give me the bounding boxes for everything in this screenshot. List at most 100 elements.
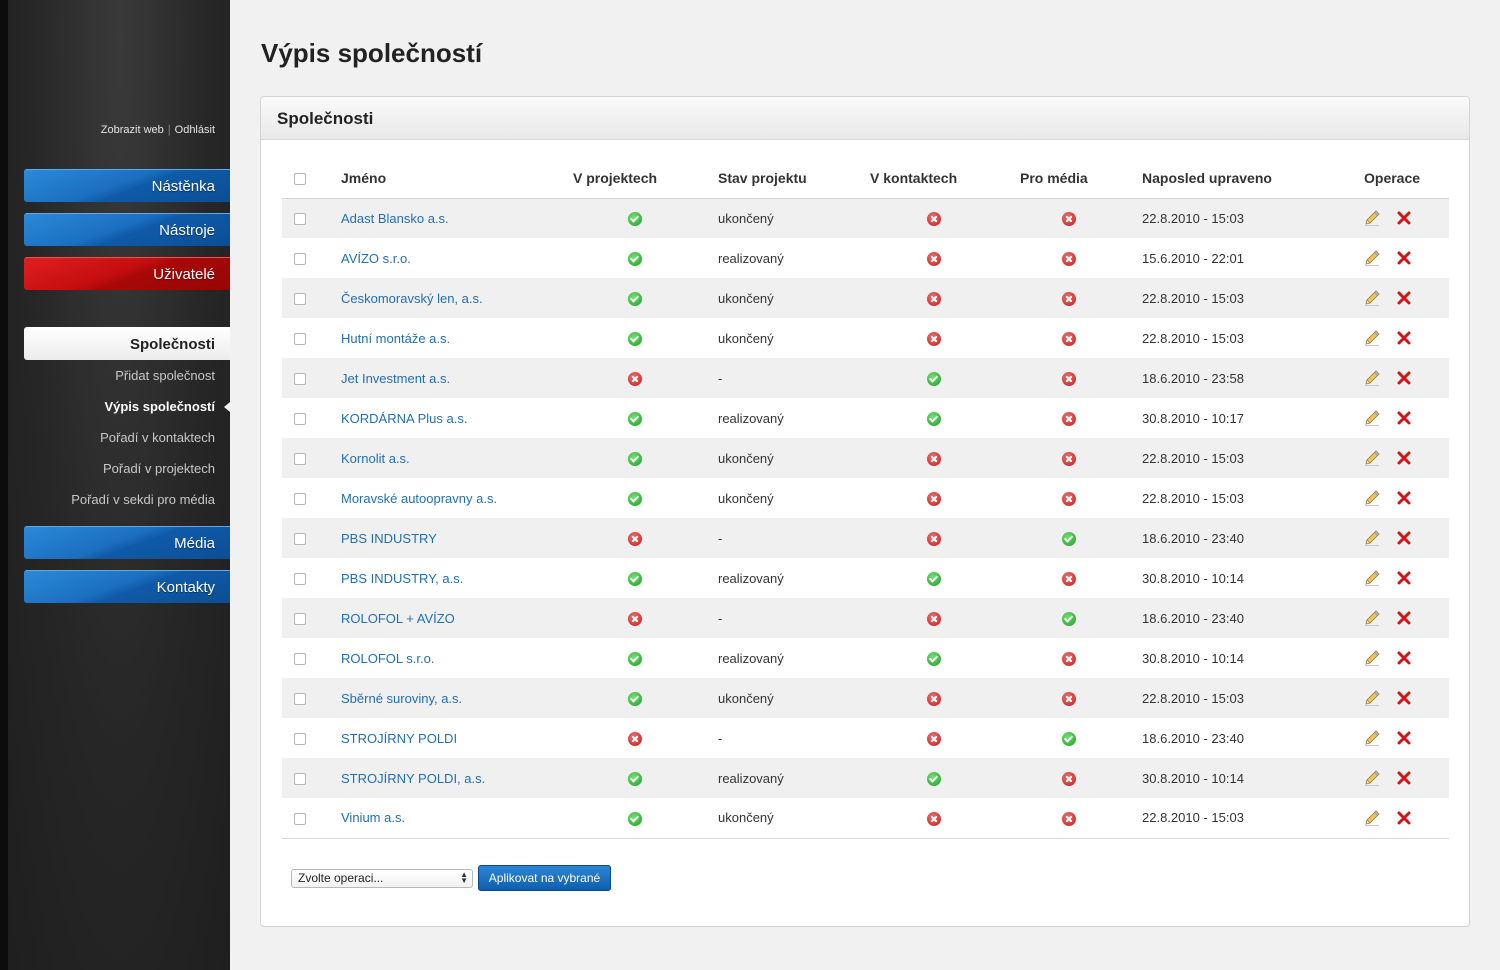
delete-x-icon[interactable]: [1397, 611, 1411, 625]
pencil-icon[interactable]: [1363, 769, 1381, 787]
pencil-icon[interactable]: [1363, 529, 1381, 547]
pencil-icon[interactable]: [1363, 809, 1381, 827]
company-name-link[interactable]: Jet Investment a.s.: [341, 371, 450, 386]
company-name-link[interactable]: Hutní montáže a.s.: [341, 331, 450, 346]
cross-circle-icon: [1062, 331, 1076, 346]
delete-x-icon[interactable]: [1397, 371, 1411, 385]
delete-x-icon[interactable]: [1397, 531, 1411, 545]
pencil-icon[interactable]: [1363, 609, 1381, 627]
company-name-link[interactable]: ROLOFOL + AVÍZO: [341, 611, 455, 626]
row-checkbox[interactable]: [294, 573, 306, 586]
check-circle-icon: [628, 571, 642, 586]
nav-sub-company-list[interactable]: Výpis společností: [104, 399, 230, 414]
company-name-link[interactable]: Adast Blansko a.s.: [341, 211, 449, 226]
row-checkbox[interactable]: [294, 333, 306, 346]
pencil-icon[interactable]: [1363, 329, 1381, 347]
col-in-projects[interactable]: V projektech: [573, 158, 718, 199]
pencil-icon[interactable]: [1363, 649, 1381, 667]
nav-tools-button[interactable]: Nástroje: [24, 213, 230, 246]
row-checkbox[interactable]: [294, 693, 306, 706]
pencil-icon[interactable]: [1363, 369, 1381, 387]
in-contacts-cell: [870, 318, 1020, 358]
in-contacts-cell: [870, 678, 1020, 718]
company-name-link[interactable]: Sběrné suroviny, a.s.: [341, 691, 462, 706]
row-checkbox[interactable]: [294, 533, 306, 546]
col-in-contacts[interactable]: V kontaktech: [870, 158, 1020, 199]
company-name-link[interactable]: PBS INDUSTRY: [341, 531, 437, 546]
row-checkbox[interactable]: [294, 653, 306, 666]
delete-x-icon[interactable]: [1397, 731, 1411, 745]
company-name-link[interactable]: KORDÁRNA Plus a.s.: [341, 411, 467, 426]
row-checkbox[interactable]: [294, 773, 306, 786]
table-row: AVÍZO s.r.o. realizovaný 15.6.2010 - 22:…: [282, 238, 1449, 278]
row-checkbox[interactable]: [294, 293, 306, 306]
nav-sub-order-media[interactable]: Pořadí v sekdi pro média: [71, 492, 215, 507]
delete-x-icon[interactable]: [1397, 651, 1411, 665]
pencil-icon[interactable]: [1363, 409, 1381, 427]
pencil-icon[interactable]: [1363, 689, 1381, 707]
pencil-icon[interactable]: [1363, 449, 1381, 467]
company-name-link[interactable]: Kornolit a.s.: [341, 451, 410, 466]
apply-selected-button[interactable]: Aplikovat na vybrané: [478, 865, 611, 891]
operation-select[interactable]: Zvolte operaci... ▲ ▼: [291, 869, 473, 888]
for-media-cell: [1020, 758, 1142, 798]
col-last-modified[interactable]: Naposled upraveno: [1142, 158, 1353, 199]
delete-x-icon[interactable]: [1397, 251, 1411, 265]
view-web-link[interactable]: Zobrazit web: [101, 124, 164, 136]
company-name-cell: Kornolit a.s.: [341, 438, 573, 478]
nav-media-button[interactable]: Média: [24, 526, 230, 559]
in-contacts-cell: [870, 198, 1020, 238]
nav-sub-order-projects[interactable]: Pořadí v projektech: [103, 461, 215, 476]
pencil-icon[interactable]: [1363, 289, 1381, 307]
delete-x-icon[interactable]: [1397, 771, 1411, 785]
pencil-icon[interactable]: [1363, 249, 1381, 267]
delete-x-icon[interactable]: [1397, 211, 1411, 225]
company-name-link[interactable]: Českomoravský len, a.s.: [341, 291, 483, 306]
pencil-icon[interactable]: [1363, 489, 1381, 507]
col-for-media[interactable]: Pro média: [1020, 158, 1142, 199]
company-name-link[interactable]: ROLOFOL s.r.o.: [341, 651, 434, 666]
nav-companies-button[interactable]: Společnosti: [24, 327, 230, 360]
nav-dashboard-button[interactable]: Nástěnka: [24, 169, 230, 202]
delete-x-icon[interactable]: [1397, 411, 1411, 425]
row-checkbox[interactable]: [294, 493, 306, 506]
pencil-icon[interactable]: [1363, 209, 1381, 227]
logout-link[interactable]: Odhlásit: [175, 124, 215, 136]
company-name-link[interactable]: STROJÍRNY POLDI, a.s.: [341, 771, 485, 786]
nav-contacts-button[interactable]: Kontakty: [24, 570, 230, 603]
delete-x-icon[interactable]: [1397, 571, 1411, 585]
nav-sub-add-company[interactable]: Přidat společnost: [115, 368, 215, 383]
company-name-link[interactable]: AVÍZO s.r.o.: [341, 251, 411, 266]
company-name-link[interactable]: Moravské autoopravny a.s.: [341, 491, 497, 506]
pencil-icon[interactable]: [1363, 569, 1381, 587]
company-name-link[interactable]: Vinium a.s.: [341, 810, 405, 825]
nav-sub-order-contacts[interactable]: Pořadí v kontaktech: [100, 430, 215, 445]
company-name-link[interactable]: STROJÍRNY POLDI: [341, 731, 457, 746]
row-checkbox[interactable]: [294, 613, 306, 626]
company-name-link[interactable]: PBS INDUSTRY, a.s.: [341, 571, 463, 586]
col-project-state[interactable]: Stav projektu: [718, 158, 870, 199]
delete-x-icon[interactable]: [1397, 331, 1411, 345]
row-checkbox[interactable]: [294, 253, 306, 266]
delete-x-icon[interactable]: [1397, 811, 1411, 825]
cross-circle-icon: [1062, 411, 1076, 426]
table-row: STROJÍRNY POLDI - 18.6.2010 - 23:40: [282, 718, 1449, 758]
row-checkbox[interactable]: [294, 453, 306, 466]
row-checkbox[interactable]: [294, 733, 306, 746]
row-checkbox[interactable]: [294, 413, 306, 426]
row-checkbox[interactable]: [294, 213, 306, 226]
last-modified-cell: 18.6.2010 - 23:40: [1142, 730, 1244, 746]
delete-x-icon[interactable]: [1397, 691, 1411, 705]
nav-users-button[interactable]: Uživatelé: [24, 257, 230, 290]
delete-x-icon[interactable]: [1397, 451, 1411, 465]
company-name-cell: Sběrné suroviny, a.s.: [341, 678, 573, 718]
row-checkbox[interactable]: [294, 373, 306, 386]
check-circle-icon: [1062, 531, 1076, 546]
col-name[interactable]: Jméno: [341, 158, 573, 199]
delete-x-icon[interactable]: [1397, 291, 1411, 305]
for-media-cell: [1020, 198, 1142, 238]
select-all-checkbox[interactable]: [294, 173, 306, 186]
pencil-icon[interactable]: [1363, 729, 1381, 747]
delete-x-icon[interactable]: [1397, 491, 1411, 505]
row-checkbox[interactable]: [294, 812, 306, 825]
